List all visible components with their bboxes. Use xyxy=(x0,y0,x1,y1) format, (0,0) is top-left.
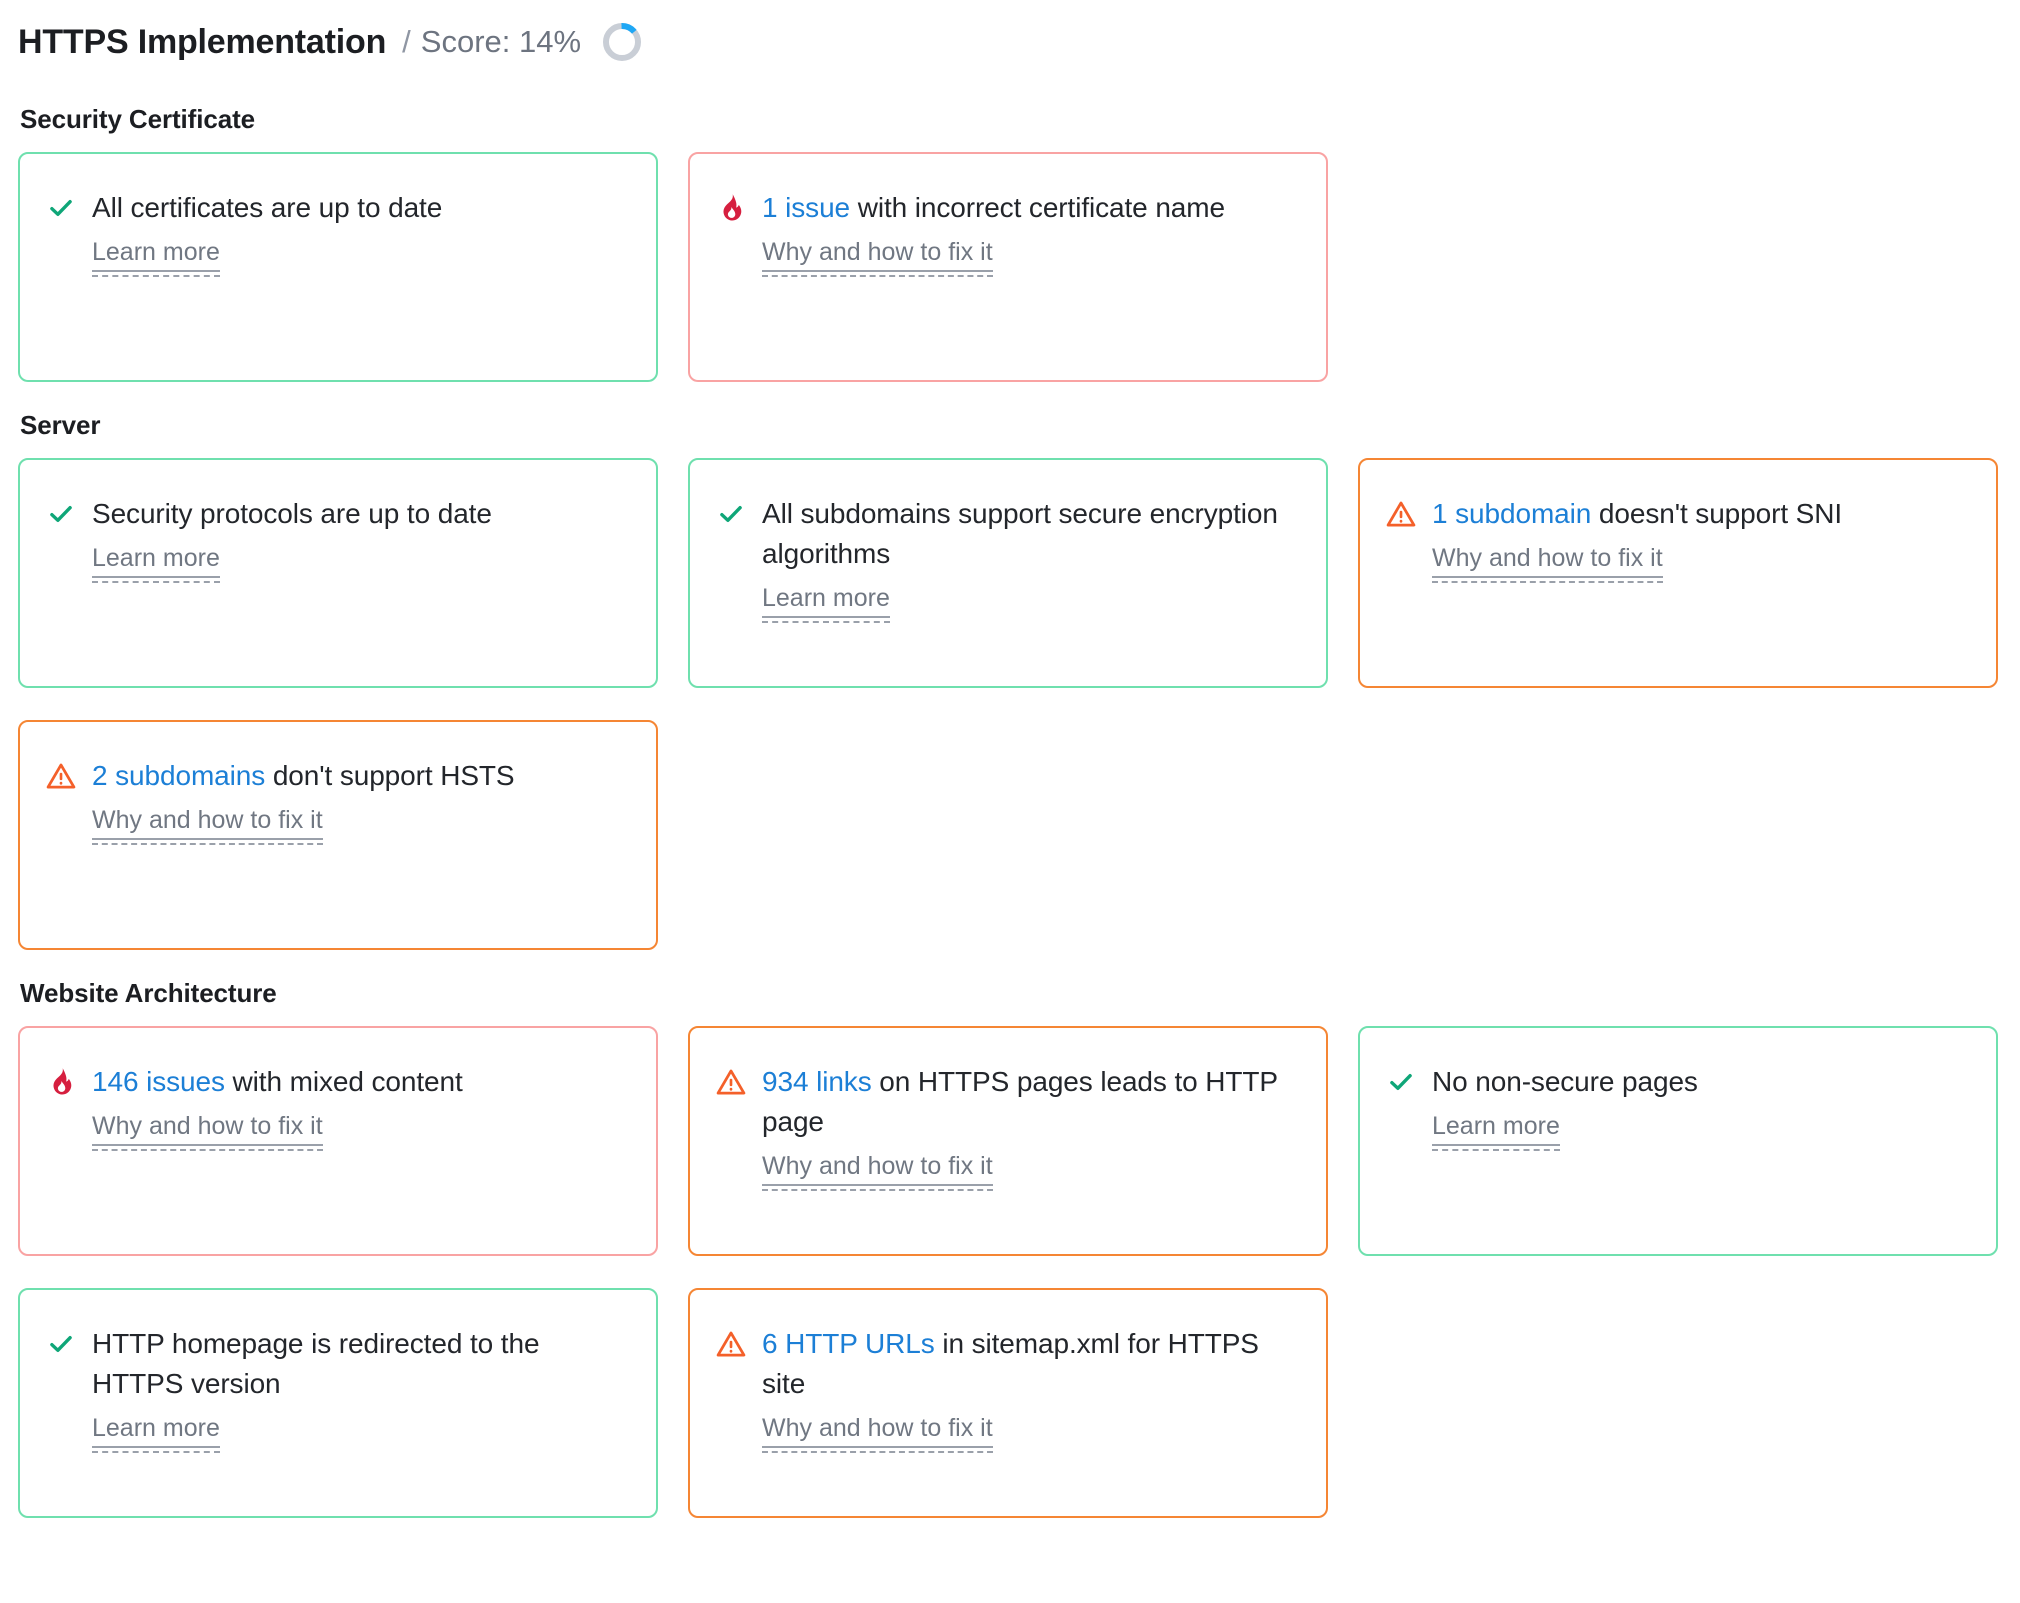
why-and-how-to-fix-it-link[interactable]: Why and how to fix it xyxy=(92,1111,323,1152)
card-grid: Security protocols are up to date Learn m… xyxy=(18,458,2002,950)
card-message-text: with mixed content xyxy=(224,1066,463,1097)
audit-card: 2 subdomains don't support HSTS Why and h… xyxy=(18,720,658,950)
card-message-text: Security protocols are up to date xyxy=(92,498,492,529)
warning-triangle-icon xyxy=(46,758,76,794)
card-count-link[interactable]: 146 issues xyxy=(92,1066,225,1097)
card-count-link[interactable]: 1 issue xyxy=(762,192,850,223)
warning-triangle-icon xyxy=(1386,496,1416,532)
card-message: HTTP homepage is redirected to the HTTPS… xyxy=(92,1324,626,1404)
report-header: HTTPS Implementation / Score: 14% xyxy=(18,14,2002,70)
section-server: Server Security protocols are up to date L… xyxy=(18,410,2002,950)
card-row: All subdomains support secure encryption… xyxy=(716,494,1296,574)
section-website-architecture: Website Architecture 146 issues with mixe… xyxy=(18,978,2002,1518)
audit-card: All certificates are up to date Learn mor… xyxy=(18,152,658,382)
score-label: Score: 14% xyxy=(420,24,582,59)
learn-more-link[interactable]: Learn more xyxy=(92,237,220,278)
card-count-link[interactable]: 6 HTTP URLs xyxy=(762,1328,935,1359)
title-separator: / xyxy=(402,24,411,59)
why-and-how-to-fix-it-link[interactable]: Why and how to fix it xyxy=(1432,543,1663,584)
check-icon xyxy=(46,1326,76,1362)
card-row: 1 subdomain doesn't support SNI xyxy=(1386,494,1966,534)
https-implementation-report: HTTPS Implementation / Score: 14% Securi… xyxy=(0,0,2020,1603)
card-grid: All certificates are up to date Learn mor… xyxy=(18,152,2002,382)
card-message: No non-secure pages xyxy=(1432,1062,1698,1102)
card-row: 2 subdomains don't support HSTS xyxy=(46,756,626,796)
card-row: 934 links on HTTPS pages leads to HTTP p… xyxy=(716,1062,1296,1142)
card-count-link[interactable]: 1 subdomain xyxy=(1432,498,1591,529)
why-and-how-to-fix-it-link[interactable]: Why and how to fix it xyxy=(92,805,323,846)
card-message-text: HTTP homepage is redirected to the HTTPS… xyxy=(92,1328,540,1400)
why-and-how-to-fix-it-link[interactable]: Why and how to fix it xyxy=(762,237,993,278)
check-icon xyxy=(1386,1064,1416,1100)
card-message: 1 subdomain doesn't support SNI xyxy=(1432,494,1842,534)
audit-card: All subdomains support secure encryption… xyxy=(688,458,1328,688)
audit-card: 934 links on HTTPS pages leads to HTTP p… xyxy=(688,1026,1328,1256)
card-row: 6 HTTP URLs in sitemap.xml for HTTPS sit… xyxy=(716,1324,1296,1404)
card-message: All certificates are up to date xyxy=(92,188,442,228)
card-message: Security protocols are up to date xyxy=(92,494,492,534)
card-message: 146 issues with mixed content xyxy=(92,1062,463,1102)
card-row: HTTP homepage is redirected to the HTTPS… xyxy=(46,1324,626,1404)
section-title: Server xyxy=(20,410,101,440)
card-row: 146 issues with mixed content xyxy=(46,1062,626,1102)
section-security-certificate: Security Certificate All certificates are… xyxy=(18,104,2002,382)
check-icon xyxy=(716,496,746,532)
check-icon xyxy=(46,496,76,532)
card-message: 6 HTTP URLs in sitemap.xml for HTTPS sit… xyxy=(762,1324,1296,1404)
card-row: 1 issue with incorrect certificate name xyxy=(716,188,1296,228)
card-row: Security protocols are up to date xyxy=(46,494,626,534)
card-message: 1 issue with incorrect certificate name xyxy=(762,188,1225,228)
audit-card: 1 issue with incorrect certificate name W… xyxy=(688,152,1328,382)
audit-card: 146 issues with mixed content Why and how… xyxy=(18,1026,658,1256)
card-message: 2 subdomains don't support HSTS xyxy=(92,756,515,796)
learn-more-link[interactable]: Learn more xyxy=(92,543,220,584)
warning-triangle-icon xyxy=(716,1326,746,1362)
card-row: No non-secure pages xyxy=(1386,1062,1966,1102)
score-ring xyxy=(581,21,643,63)
learn-more-link[interactable]: Learn more xyxy=(1432,1111,1560,1152)
section-title: Security Certificate xyxy=(20,104,255,134)
card-message-text: don't support HSTS xyxy=(265,760,515,791)
audit-card: HTTP homepage is redirected to the HTTPS… xyxy=(18,1288,658,1518)
warning-triangle-icon xyxy=(716,1064,746,1100)
learn-more-link[interactable]: Learn more xyxy=(762,583,890,624)
card-message: 934 links on HTTPS pages leads to HTTP p… xyxy=(762,1062,1296,1142)
card-message: All subdomains support secure encryption… xyxy=(762,494,1296,574)
card-count-link[interactable]: 934 links xyxy=(762,1066,872,1097)
audit-card: 6 HTTP URLs in sitemap.xml for HTTPS sit… xyxy=(688,1288,1328,1518)
card-count-link[interactable]: 2 subdomains xyxy=(92,760,265,791)
card-message-text: No non-secure pages xyxy=(1432,1066,1698,1097)
card-row: All certificates are up to date xyxy=(46,188,626,228)
card-message-text: doesn't support SNI xyxy=(1591,498,1843,529)
audit-card: Security protocols are up to date Learn m… xyxy=(18,458,658,688)
card-message-text: All certificates are up to date xyxy=(92,192,443,223)
flame-icon xyxy=(716,190,746,226)
why-and-how-to-fix-it-link[interactable]: Why and how to fix it xyxy=(762,1151,993,1192)
check-icon xyxy=(46,190,76,226)
card-message-text: with incorrect certificate name xyxy=(850,192,1225,223)
flame-icon xyxy=(46,1064,76,1100)
card-grid: 146 issues with mixed content Why and how… xyxy=(18,1026,2002,1518)
card-message-text: All subdomains support secure encryption… xyxy=(762,498,1278,570)
sections-container: Security Certificate All certificates are… xyxy=(18,104,2002,1518)
section-title: Website Architecture xyxy=(20,978,277,1008)
learn-more-link[interactable]: Learn more xyxy=(92,1413,220,1454)
why-and-how-to-fix-it-link[interactable]: Why and how to fix it xyxy=(762,1413,993,1454)
audit-card: 1 subdomain doesn't support SNI Why and h… xyxy=(1358,458,1998,688)
audit-card: No non-secure pages Learn more xyxy=(1358,1026,1998,1256)
page-title: HTTPS Implementation xyxy=(18,22,387,61)
